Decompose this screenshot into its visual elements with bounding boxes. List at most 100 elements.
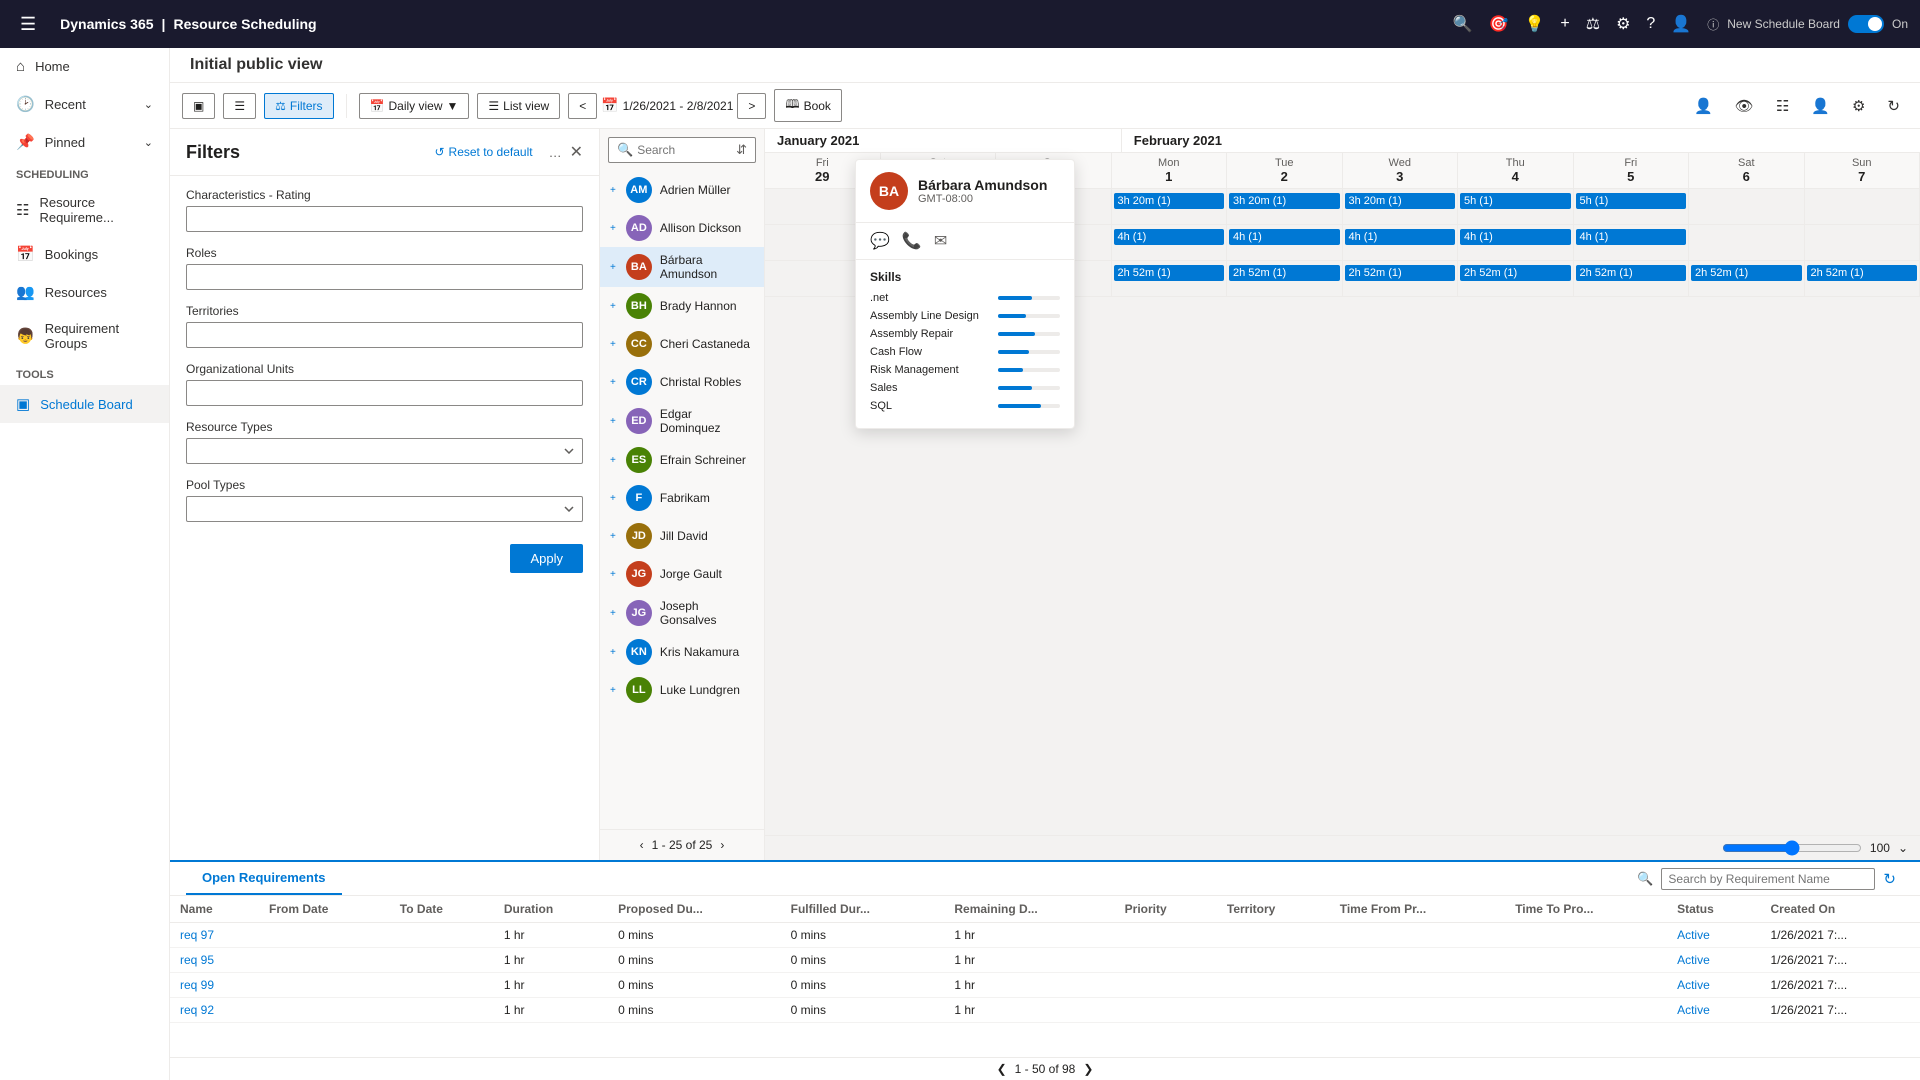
schedule-cell[interactable]: 4h (1) bbox=[1343, 225, 1459, 260]
column-header[interactable]: Status bbox=[1667, 896, 1760, 923]
roles-input[interactable] bbox=[186, 264, 583, 290]
booking-bar[interactable]: 2h 52m (1) bbox=[1114, 265, 1225, 281]
popup-phone-icon[interactable]: 📞 bbox=[902, 231, 922, 251]
prev-date-button[interactable]: < bbox=[568, 93, 597, 119]
resource-item[interactable]: + JD Jill David bbox=[600, 517, 764, 555]
resource-item[interactable]: + AM Adrien Müller bbox=[600, 171, 764, 209]
sidebar-item-requirement-groups[interactable]: 👦 Requirement Groups bbox=[0, 311, 169, 361]
sort-icon[interactable]: ⇵ bbox=[736, 142, 747, 158]
list-view-small-button[interactable]: ☰ bbox=[223, 93, 256, 119]
schedule-cell[interactable]: 4h (1) bbox=[1227, 225, 1343, 260]
popup-chat-icon[interactable]: 💬 bbox=[870, 231, 890, 251]
booking-bar[interactable]: 5h (1) bbox=[1576, 193, 1687, 209]
lightbulb-icon[interactable]: 💡 bbox=[1524, 14, 1544, 34]
resource-item[interactable]: + BA Bárbara Amundson bbox=[600, 247, 764, 287]
schedule-cell[interactable] bbox=[1689, 189, 1805, 224]
booking-bar[interactable]: 2h 52m (1) bbox=[1345, 265, 1456, 281]
daily-view-button[interactable]: 📅 Daily view ▼ bbox=[359, 93, 470, 119]
schedule-cell[interactable]: 4h (1) bbox=[1574, 225, 1690, 260]
schedule-cell[interactable] bbox=[1689, 225, 1805, 260]
sidebar-item-pinned[interactable]: 📌 Pinned ⌄ bbox=[0, 123, 169, 161]
resource-item[interactable]: + ES Efrain Schreiner bbox=[600, 441, 764, 479]
requirement-name-link[interactable]: req 92 bbox=[180, 1003, 214, 1017]
pool-types-select[interactable] bbox=[186, 496, 583, 522]
column-header[interactable]: Remaining D... bbox=[944, 896, 1114, 923]
next-date-button[interactable]: > bbox=[737, 93, 766, 119]
booking-bar[interactable]: 3h 20m (1) bbox=[1345, 193, 1456, 209]
column-header[interactable]: From Date bbox=[259, 896, 390, 923]
schedule-cell[interactable]: 5h (1) bbox=[1458, 189, 1574, 224]
column-header[interactable]: Proposed Du... bbox=[608, 896, 781, 923]
target-icon[interactable]: 🎯 bbox=[1489, 14, 1509, 34]
help-icon[interactable]: ? bbox=[1646, 15, 1655, 33]
schedule-cell[interactable] bbox=[1805, 225, 1920, 260]
resource-item[interactable]: + F Fabrikam bbox=[600, 479, 764, 517]
booking-bar[interactable]: 3h 20m (1) bbox=[1229, 193, 1340, 209]
visibility-button[interactable]: 👁 bbox=[1727, 93, 1762, 119]
schedule-cell[interactable]: 5h (1) bbox=[1574, 189, 1690, 224]
booking-bar[interactable]: 2h 52m (1) bbox=[1691, 265, 1802, 281]
resource-item[interactable]: + KN Kris Nakamura bbox=[600, 633, 764, 671]
columns-button[interactable]: ☷ bbox=[1768, 93, 1797, 119]
person-button[interactable]: 👤 bbox=[1803, 93, 1838, 119]
zoom-expand-icon[interactable]: ⌄ bbox=[1898, 841, 1908, 855]
next-page-icon[interactable]: › bbox=[720, 838, 724, 852]
schedule-cell[interactable]: 2h 52m (1) bbox=[1458, 261, 1574, 296]
status-link[interactable]: Active bbox=[1677, 928, 1710, 942]
booking-bar[interactable]: 4h (1) bbox=[1460, 229, 1571, 245]
column-header[interactable]: To Date bbox=[390, 896, 494, 923]
more-options-icon[interactable]: … bbox=[549, 145, 562, 160]
column-header[interactable]: Name bbox=[170, 896, 259, 923]
grid-view-button[interactable]: ▣ bbox=[182, 93, 215, 119]
search-input[interactable] bbox=[637, 143, 732, 157]
status-link[interactable]: Active bbox=[1677, 953, 1710, 967]
schedule-cell[interactable]: 2h 52m (1) bbox=[1574, 261, 1690, 296]
column-header[interactable]: Fulfilled Dur... bbox=[781, 896, 945, 923]
requirement-name-link[interactable]: req 99 bbox=[180, 978, 214, 992]
sidebar-item-bookings[interactable]: 📅 Bookings bbox=[0, 235, 169, 273]
column-header[interactable]: Territory bbox=[1217, 896, 1330, 923]
resource-item[interactable]: + BH Brady Hannon bbox=[600, 287, 764, 325]
booking-bar[interactable]: 4h (1) bbox=[1114, 229, 1225, 245]
requirement-name-link[interactable]: req 97 bbox=[180, 928, 214, 942]
resource-item[interactable]: + CC Cheri Castaneda bbox=[600, 325, 764, 363]
refresh-req-icon[interactable]: ↻ bbox=[1883, 870, 1896, 888]
schedule-cell[interactable]: 2h 52m (1) bbox=[1227, 261, 1343, 296]
booking-bar[interactable]: 2h 52m (1) bbox=[1229, 265, 1340, 281]
settings-icon[interactable]: ⚙ bbox=[1616, 14, 1630, 34]
schedule-cell[interactable]: 2h 52m (1) bbox=[1112, 261, 1228, 296]
resource-item[interactable]: + JG Jorge Gault bbox=[600, 555, 764, 593]
gear-button[interactable]: ⚙ bbox=[1844, 93, 1873, 119]
schedule-cell[interactable]: 4h (1) bbox=[1112, 225, 1228, 260]
column-header[interactable]: Created On bbox=[1761, 896, 1920, 923]
close-filters-icon[interactable]: ✕ bbox=[570, 142, 583, 162]
booking-bar[interactable]: 2h 52m (1) bbox=[1807, 265, 1918, 281]
schedule-cell[interactable]: 3h 20m (1) bbox=[1343, 189, 1459, 224]
user-icon[interactable]: 👤 bbox=[1671, 14, 1691, 34]
popup-email-icon[interactable]: ✉ bbox=[934, 231, 947, 251]
characteristics-rating-input[interactable] bbox=[186, 206, 583, 232]
zoom-slider[interactable] bbox=[1722, 840, 1862, 856]
column-header[interactable]: Priority bbox=[1115, 896, 1217, 923]
sidebar-item-resources[interactable]: 👥 Resources bbox=[0, 273, 169, 311]
booking-bar[interactable]: 3h 20m (1) bbox=[1114, 193, 1225, 209]
filter-icon[interactable]: ⚖ bbox=[1586, 14, 1600, 34]
schedule-board-toggle[interactable]: On bbox=[1848, 15, 1884, 33]
schedule-cell[interactable]: 4h (1) bbox=[1458, 225, 1574, 260]
schedule-cell[interactable] bbox=[1805, 189, 1920, 224]
status-link[interactable]: Active bbox=[1677, 1003, 1710, 1017]
search-requirement-input[interactable] bbox=[1668, 872, 1868, 886]
view-settings-button[interactable]: 👤 bbox=[1686, 93, 1721, 119]
booking-bar[interactable]: 2h 52m (1) bbox=[1460, 265, 1571, 281]
column-header[interactable]: Time To Pro... bbox=[1505, 896, 1667, 923]
schedule-cell[interactable]: 2h 52m (1) bbox=[1343, 261, 1459, 296]
prev-page-icon[interactable]: ‹ bbox=[640, 838, 644, 852]
filters-button[interactable]: ⚖ Filters bbox=[264, 93, 333, 119]
column-header[interactable]: Duration bbox=[494, 896, 608, 923]
add-icon[interactable]: + bbox=[1560, 15, 1569, 33]
org-units-input[interactable] bbox=[186, 380, 583, 406]
booking-bar[interactable]: 5h (1) bbox=[1460, 193, 1571, 209]
list-view-button[interactable]: ☰ List view bbox=[477, 93, 560, 119]
territories-input[interactable] bbox=[186, 322, 583, 348]
req-prev-icon[interactable]: ❮ bbox=[997, 1062, 1007, 1076]
